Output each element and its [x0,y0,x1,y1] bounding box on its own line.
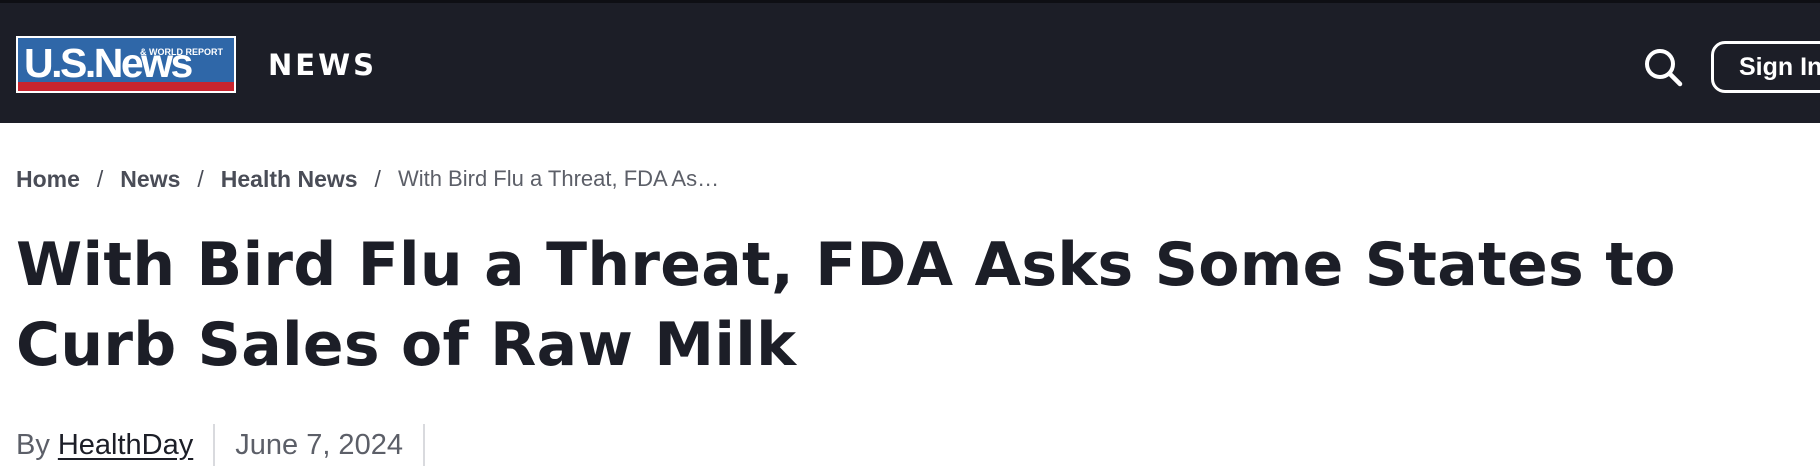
logo-badge: U.S.News & WORLD REPORT [18,38,234,91]
usnews-logo[interactable]: U.S.News & WORLD REPORT [16,36,236,93]
breadcrumb-news-link[interactable]: News [120,166,180,193]
author-link[interactable]: HealthDay [58,429,193,462]
section-name[interactable]: NEWS [268,45,377,85]
breadcrumb-home-link[interactable]: Home [16,166,80,193]
article-byline: By HealthDay June 7, 2024 [16,424,445,466]
breadcrumb-current-page: With Bird Flu a Threat, FDA As… [397,166,720,191]
breadcrumb-separator: / [197,165,204,192]
search-button[interactable] [1641,45,1685,89]
breadcrumb: Home / News / Health News / With Bird Fl… [16,163,719,195]
breadcrumb-health-news-link[interactable]: Health News [221,166,358,193]
logo-subtext: & WORLD REPORT [140,47,223,57]
publish-date: June 7, 2024 [235,428,403,461]
logo-red-stripe [18,82,234,91]
sign-in-button[interactable]: Sign In [1711,41,1820,93]
byline-divider [213,424,216,466]
article-title: With Bird Flu a Threat, FDA Asks Some St… [16,230,1676,380]
top-nav-bar: U.S.News & WORLD REPORT NEWS Sign In [0,0,1820,123]
byline-prefix: By [16,428,50,461]
breadcrumb-separator: / [374,165,381,192]
breadcrumb-separator: / [96,165,104,192]
search-icon [1645,49,1683,87]
byline-divider [422,424,425,466]
